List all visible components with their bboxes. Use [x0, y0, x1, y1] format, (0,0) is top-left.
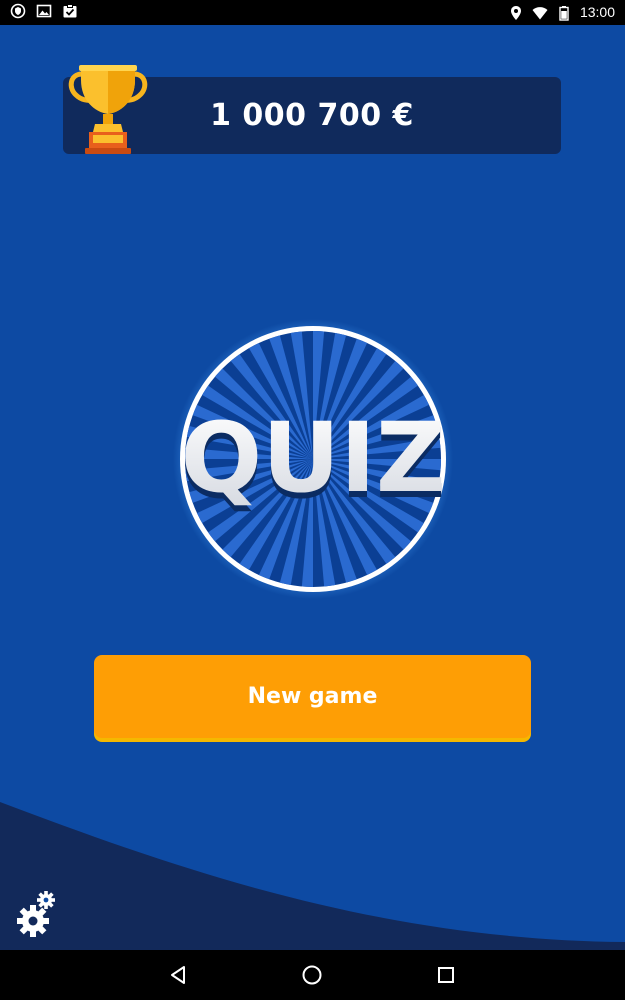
status-left-icons: [10, 3, 78, 19]
navigation-bar: [0, 950, 625, 1000]
status-bar: 13:00: [0, 0, 625, 25]
new-game-button[interactable]: New game: [94, 655, 531, 738]
shield-icon: [10, 3, 26, 19]
quiz-logo-text: QUIZ: [181, 402, 446, 514]
home-icon[interactable]: [300, 963, 324, 987]
status-time: 13:00: [579, 4, 615, 20]
location-icon: [510, 5, 521, 20]
quiz-logo: QUIZ QUIZ: [173, 319, 453, 599]
gears-icon[interactable]: [16, 890, 58, 938]
image-icon: [36, 4, 52, 18]
recents-icon[interactable]: [434, 963, 458, 987]
status-right-icons: 13:00: [508, 3, 615, 22]
quiz-home-screen: 13:00 1 000 700 € QUIZ QUIZ New game: [0, 0, 625, 1000]
clipboard-check-icon: [63, 4, 77, 18]
trophy-icon: [68, 65, 148, 154]
back-icon[interactable]: [166, 963, 190, 987]
battery-icon: [559, 5, 569, 21]
wifi-icon: [532, 6, 548, 20]
bottom-wave: [0, 802, 625, 950]
